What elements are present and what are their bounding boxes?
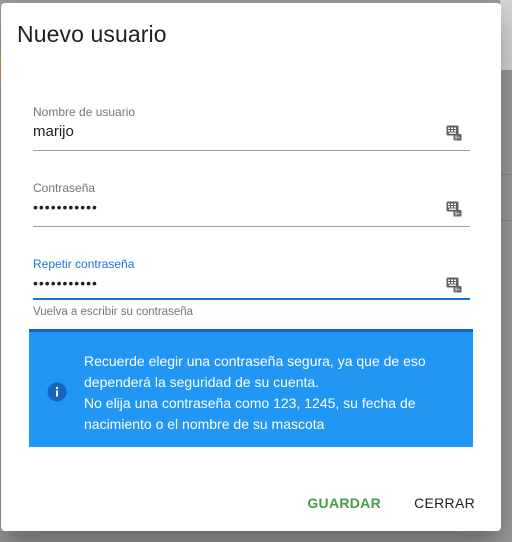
password-field[interactable]: Contraseña ••••••••••• 9+ [33,177,470,227]
repeat-password-label: Repetir contraseña [33,257,135,271]
password-underline [33,226,470,227]
keyboard-icon[interactable]: 9+ [446,277,462,293]
repeat-password-field[interactable]: Repetir contraseña ••••••••••• 9+ [33,253,470,303]
svg-text:9+: 9+ [455,211,461,217]
alert-message: Recuerde elegir una contraseña segura, y… [84,351,454,435]
keyboard-icon[interactable]: 9+ [446,201,462,217]
new-user-dialog: Nuevo usuario Nombre de usuario marijo 9… [1,3,501,531]
keyboard-icon[interactable]: 9+ [446,125,462,141]
username-label: Nombre de usuario [33,105,136,119]
close-button[interactable]: CERRAR [414,495,475,511]
password-input[interactable]: ••••••••••• [33,199,98,215]
password-label: Contraseña [33,181,96,195]
username-underline [33,150,470,151]
svg-text:9+: 9+ [455,135,461,141]
info-alert: Recuerde elegir una contraseña segura, y… [29,329,473,447]
repeat-password-underline [33,298,470,300]
save-button[interactable]: GUARDAR [307,495,381,511]
svg-text:9+: 9+ [455,287,461,293]
background-divider [500,220,512,221]
background-app [500,0,512,70]
alert-line-1: Recuerde elegir una contraseña segura, y… [84,353,426,390]
repeat-password-input[interactable]: ••••••••••• [33,275,98,291]
username-input[interactable]: marijo [33,123,74,140]
alert-line-2: No elija una contraseña como 123, 1245, … [84,395,416,432]
info-icon [47,382,67,402]
repeat-password-hint: Vuelva a escribir su contraseña [33,306,194,318]
username-field[interactable]: Nombre de usuario marijo 9+ [33,101,470,151]
dialog-title: Nuevo usuario [17,21,167,47]
background-divider [500,174,512,175]
